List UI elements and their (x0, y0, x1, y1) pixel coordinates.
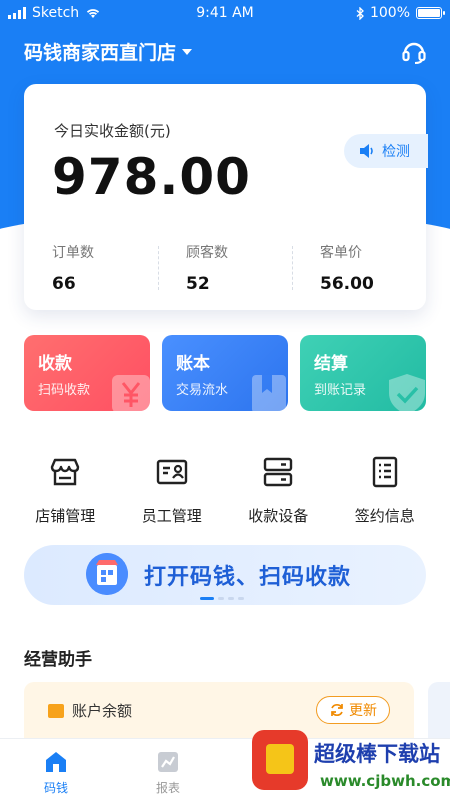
revenue-card: 今日实收金额(元) 978.00 检测 订单数 66 顾客数 52 客单价 56… (24, 84, 428, 310)
detect-label: 检测 (382, 144, 410, 160)
payment-device-item[interactable]: 收款设备 (225, 455, 332, 526)
revenue-stats: 订单数 66 顾客数 52 客单价 56.00 (24, 242, 426, 294)
store-selector[interactable]: 码钱商家西直门店 (24, 38, 193, 65)
status-right: 100% (356, 5, 445, 21)
collect-payment-tile[interactable]: 收款 扫码收款 (24, 335, 150, 411)
id-card-icon (156, 459, 187, 485)
watermark: 超级棒下载站 www.cjbwh.com (250, 722, 450, 800)
carousel-dots (200, 597, 244, 600)
store-icon (51, 458, 80, 486)
grid-label: 员工管理 (141, 507, 202, 525)
qr-shop-icon (86, 553, 128, 595)
promo-banner[interactable]: 打开码钱、扫码收款 (24, 545, 426, 605)
refresh-icon (331, 704, 343, 716)
stat-value: 52 (186, 274, 210, 294)
home-icon (46, 752, 66, 772)
store-name: 码钱商家西直门店 (24, 42, 177, 64)
watermark-title: 超级棒下载站 (314, 742, 440, 766)
balance-label-row: 账户余额 (48, 700, 132, 721)
book-icon (252, 375, 286, 411)
battery-icon (416, 7, 445, 19)
balance-label: 账户余额 (72, 702, 133, 720)
chart-icon (158, 752, 178, 772)
wallet-icon (48, 703, 64, 718)
revenue-amount: 978.00 (52, 148, 251, 206)
grid-label: 收款设备 (248, 507, 309, 525)
tab-label: 报表 (155, 781, 180, 795)
document-list-icon (372, 456, 397, 488)
staff-management-item[interactable]: 员工管理 (119, 455, 226, 526)
caret-down-icon (182, 48, 193, 55)
assistant-section-title: 经营助手 (24, 650, 92, 670)
store-management-item[interactable]: 店铺管理 (12, 455, 119, 526)
feature-grid: 店铺管理 员工管理 收款设备 签约信息 (12, 455, 438, 526)
contract-info-item[interactable]: 签约信息 (332, 455, 439, 526)
ledger-tile[interactable]: 账本 交易流水 (162, 335, 288, 411)
grid-label: 店铺管理 (35, 507, 96, 525)
battery-percent: 100% (369, 5, 410, 21)
watermark-logo (252, 730, 308, 790)
tab-reports[interactable]: 报表 (112, 739, 224, 800)
watermark-url: www.cjbwh.com (320, 772, 450, 790)
stat-label: 顾客数 (186, 245, 228, 261)
stat-avg-price: 客单价 56.00 (292, 242, 426, 294)
tab-label: 码钱 (43, 781, 68, 795)
detect-button[interactable]: 检测 (344, 134, 428, 168)
grid-label: 签约信息 (354, 507, 415, 525)
yen-icon (112, 375, 150, 411)
customer-service-headset-icon[interactable] (400, 38, 428, 66)
refresh-label: 更新 (349, 703, 377, 719)
refresh-button[interactable]: 更新 (316, 696, 390, 724)
settlement-tile[interactable]: 结算 到账记录 (300, 335, 426, 411)
stat-customers: 顾客数 52 (158, 242, 292, 294)
stat-value: 56.00 (320, 274, 374, 294)
bluetooth-icon (356, 6, 364, 20)
banner-text: 打开码钱、扫码收款 (144, 565, 352, 590)
speaker-icon (360, 144, 373, 158)
revenue-label: 今日实收金额(元) (54, 122, 171, 140)
action-tiles: 收款 扫码收款 账本 交易流水 结算 到账记录 (24, 335, 426, 411)
stat-value: 66 (52, 274, 76, 294)
stat-label: 订单数 (52, 245, 94, 261)
tab-home[interactable]: 码钱 (0, 739, 112, 800)
shield-check-icon (389, 374, 425, 411)
stat-orders: 订单数 66 (24, 242, 158, 294)
stat-label: 客单价 (320, 245, 362, 261)
status-bar: Sketch 9:41 AM 100% (0, 0, 450, 28)
device-icon (264, 457, 293, 487)
